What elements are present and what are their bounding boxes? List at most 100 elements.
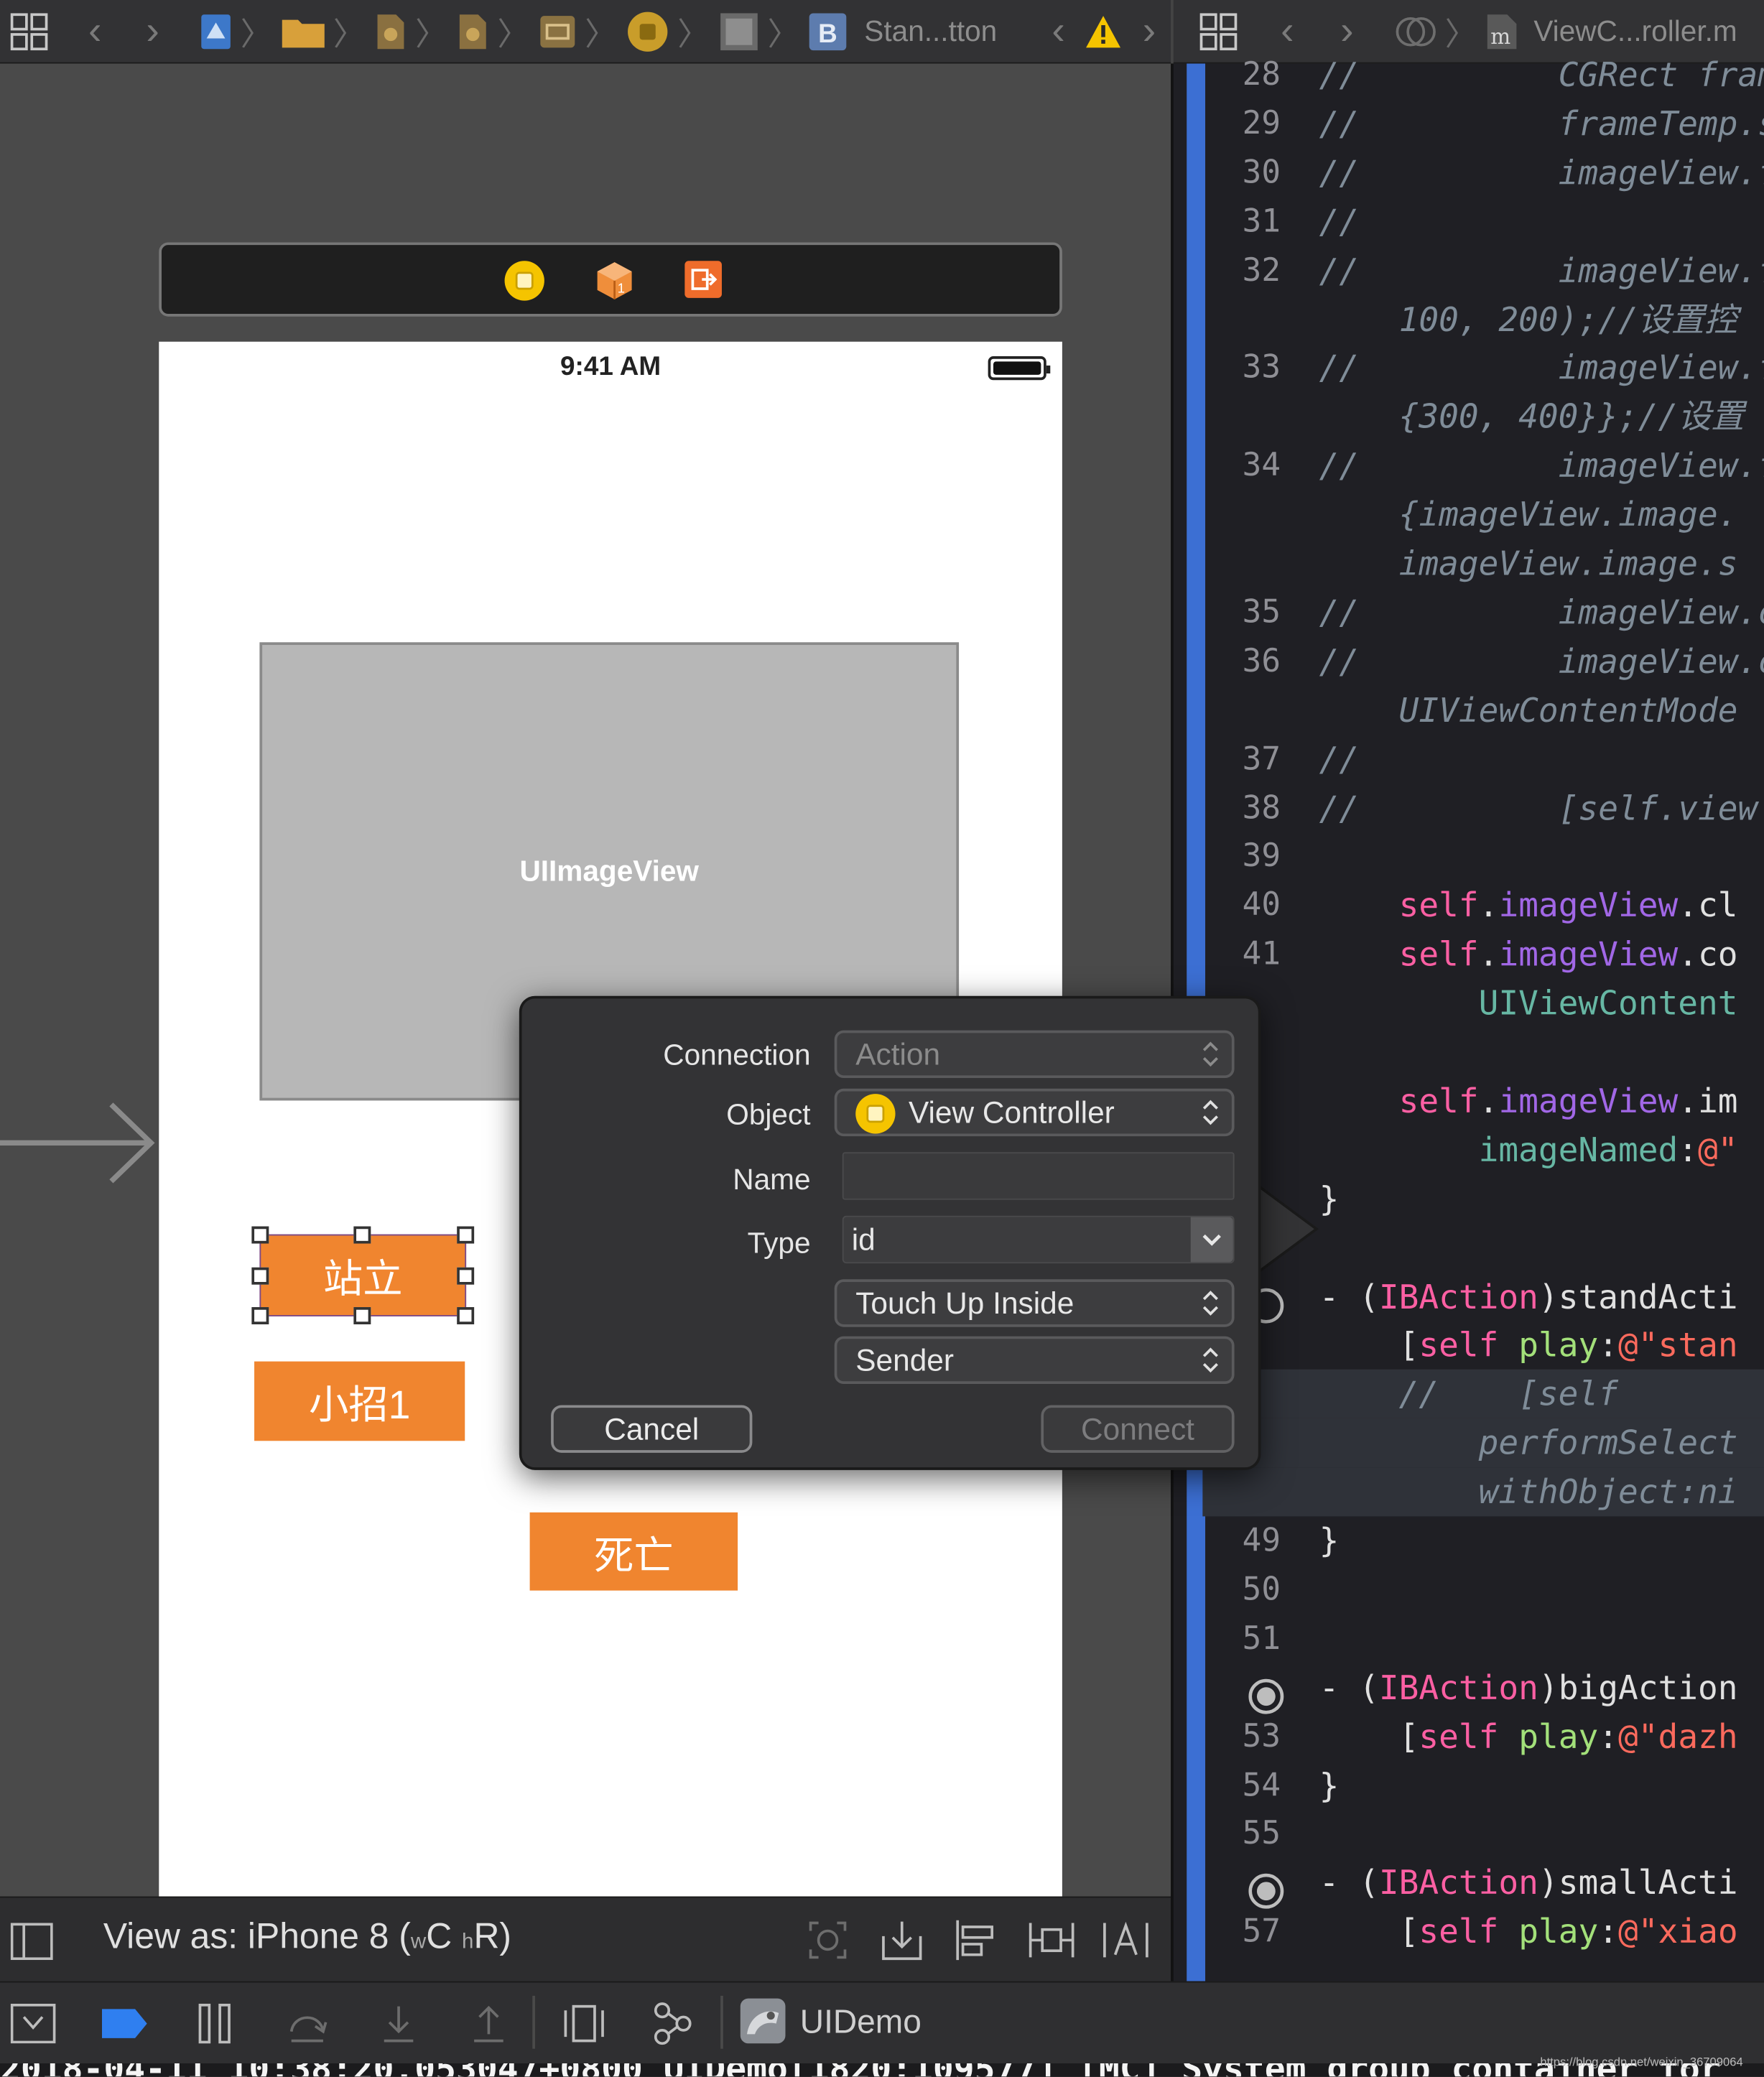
file-label[interactable]: Stan...tton <box>864 0 997 62</box>
view-controller-icon[interactable] <box>503 259 546 302</box>
code-line[interactable]: 54} <box>1202 1761 1764 1810</box>
console-output[interactable]: 2018-04-11 10:38:20.053047+0800 UIDemo[1… <box>0 2063 1764 2077</box>
step-into-icon[interactable] <box>379 2002 418 2045</box>
code-line[interactable]: - (IBAction)bigAction <box>1202 1663 1764 1711</box>
stand-button[interactable]: 站立 <box>259 1234 467 1316</box>
memory-graph-icon[interactable] <box>649 1999 697 2047</box>
code-line[interactable]: 51 <box>1202 1614 1764 1663</box>
app-icon[interactable] <box>739 1997 786 2045</box>
code-line[interactable]: 39 <box>1202 832 1764 881</box>
code-line[interactable]: 33 // imageView.f <box>1202 343 1764 392</box>
code-line[interactable]: 30 // imageView.f <box>1202 148 1764 197</box>
code-line[interactable]: 57 [self play:@"xiao <box>1202 1908 1764 1956</box>
code-line[interactable]: 29 // frameTemp.s <box>1202 99 1764 148</box>
resize-handle[interactable] <box>353 1307 371 1324</box>
code-line[interactable]: 2 <box>1202 1028 1764 1077</box>
up-down-chevron-icon <box>1202 1041 1218 1067</box>
forward-icon[interactable]: › <box>135 0 170 62</box>
code-line[interactable]: 3 self.imageView.im <box>1202 1077 1764 1125</box>
view-as-device-label[interactable]: View as: iPhone 8 (wC hR) <box>103 1916 511 1957</box>
storyboard-icon[interactable] <box>373 0 407 62</box>
arguments-select[interactable]: Sender <box>834 1336 1235 1384</box>
entry-point-arrow-icon[interactable] <box>0 1100 159 1187</box>
cancel-button[interactable]: Cancel <box>551 1405 753 1453</box>
code-line[interactable]: {imageView.image. <box>1202 490 1764 539</box>
warning-icon[interactable] <box>1084 0 1123 62</box>
align-icon[interactable] <box>954 1918 999 1963</box>
code-line[interactable]: 41 self.imageView.co <box>1202 930 1764 979</box>
code-line[interactable]: imageView.image.s <box>1202 539 1764 588</box>
code-line[interactable]: - (IBAction)smallActi <box>1202 1859 1764 1908</box>
connect-button[interactable]: Connect <box>1041 1405 1235 1453</box>
grid-icon[interactable] <box>5 0 52 62</box>
code-line[interactable]: 55 <box>1202 1810 1764 1859</box>
scheme-label[interactable]: UIDemo <box>800 2004 922 2042</box>
resize-handle[interactable] <box>457 1226 475 1244</box>
project-icon[interactable] <box>198 0 233 62</box>
code-line[interactable]: performSelect <box>1202 1418 1764 1468</box>
code-line[interactable]: withObject:ni <box>1202 1467 1764 1517</box>
code-line[interactable]: 34 // imageView.f <box>1202 441 1764 490</box>
code-line[interactable]: UIViewContent <box>1202 979 1764 1028</box>
code-line[interactable]: 53 [self play:@"dazh <box>1202 1712 1764 1761</box>
breakpoint-circle-icon[interactable] <box>1248 1678 1285 1715</box>
death-button[interactable]: 死亡 <box>529 1512 738 1591</box>
code-line[interactable]: 32 // imageView.f <box>1202 246 1764 294</box>
code-line[interactable]: - (IBAction)standActi <box>1202 1272 1764 1321</box>
connection-select[interactable]: Action <box>834 1030 1235 1079</box>
breakpoint-circle-icon[interactable] <box>1248 1872 1285 1910</box>
resize-handle[interactable] <box>353 1226 371 1244</box>
code-line[interactable]: UIViewContentMode <box>1202 686 1764 735</box>
code-line[interactable]: imageNamed:@" <box>1202 1125 1764 1174</box>
code-line[interactable]: 8 // [self <box>1202 1370 1764 1419</box>
view-controller-icon[interactable] <box>625 0 670 62</box>
object-select[interactable]: View Controller <box>834 1088 1235 1137</box>
resize-handle[interactable] <box>457 1267 475 1285</box>
back-icon[interactable]: ‹ <box>78 0 113 62</box>
code-line[interactable]: 40 self.imageView.cl <box>1202 881 1764 930</box>
document-outline-toggle-icon[interactable] <box>10 1923 53 1961</box>
view-icon[interactable] <box>718 0 760 62</box>
code-line[interactable]: 100, 200);//设置控 <box>1202 294 1764 343</box>
event-select[interactable]: Touch Up Inside <box>834 1279 1235 1327</box>
chevron-down-icon[interactable] <box>1190 1217 1233 1263</box>
code-line[interactable]: 31 // <box>1202 197 1764 246</box>
code-line[interactable]: 28 // CGRect fram <box>1202 50 1764 99</box>
code-line[interactable]: {300, 400}};//设置 <box>1202 392 1764 441</box>
update-frames-icon[interactable] <box>805 1918 850 1963</box>
code-line[interactable]: 7 [self play:@"stan <box>1202 1321 1764 1370</box>
name-input[interactable] <box>842 1152 1235 1200</box>
resolve-issues-icon[interactable] <box>1102 1918 1149 1963</box>
step-out-icon[interactable] <box>469 2002 509 2045</box>
button-icon[interactable]: B <box>807 0 847 62</box>
resize-handle[interactable] <box>251 1226 269 1244</box>
issue-forward-icon[interactable]: › <box>1132 0 1167 62</box>
type-combo[interactable]: id <box>842 1215 1235 1264</box>
code-line[interactable]: 35 // imageView.c <box>1202 588 1764 637</box>
storyboard-icon[interactable] <box>455 0 490 62</box>
folder-icon[interactable] <box>280 0 325 62</box>
resize-handle[interactable] <box>457 1307 475 1324</box>
issue-back-icon[interactable]: ‹ <box>1041 0 1076 62</box>
resize-handle[interactable] <box>251 1307 269 1324</box>
breakpoints-toggle-icon[interactable] <box>101 2007 148 2041</box>
code-line[interactable]: 37 // <box>1202 735 1764 784</box>
hide-debug-area-icon[interactable] <box>10 2003 56 2044</box>
line-number: 34 <box>1242 446 1281 484</box>
embed-in-icon[interactable] <box>879 1918 924 1963</box>
step-over-icon[interactable] <box>286 2002 328 2045</box>
scene-icon[interactable] <box>537 0 577 62</box>
code-line[interactable]: 36 // imageView.c <box>1202 637 1764 686</box>
first-responder-icon[interactable]: 1 <box>593 259 636 302</box>
code-text: // [self.view <box>1319 784 1764 832</box>
code-line[interactable]: 50 <box>1202 1565 1764 1614</box>
code-line[interactable]: 38 // [self.view <box>1202 784 1764 832</box>
debug-view-hierarchy-icon[interactable] <box>562 2002 607 2045</box>
resize-handle[interactable] <box>251 1267 269 1285</box>
pause-icon[interactable] <box>196 2002 233 2045</box>
add-constraints-icon[interactable] <box>1028 1918 1075 1963</box>
code-token: self <box>1419 1913 1499 1951</box>
exit-icon[interactable] <box>684 259 723 299</box>
small-move-button[interactable]: 小招1 <box>254 1361 465 1441</box>
code-line[interactable]: 49} <box>1202 1516 1764 1565</box>
